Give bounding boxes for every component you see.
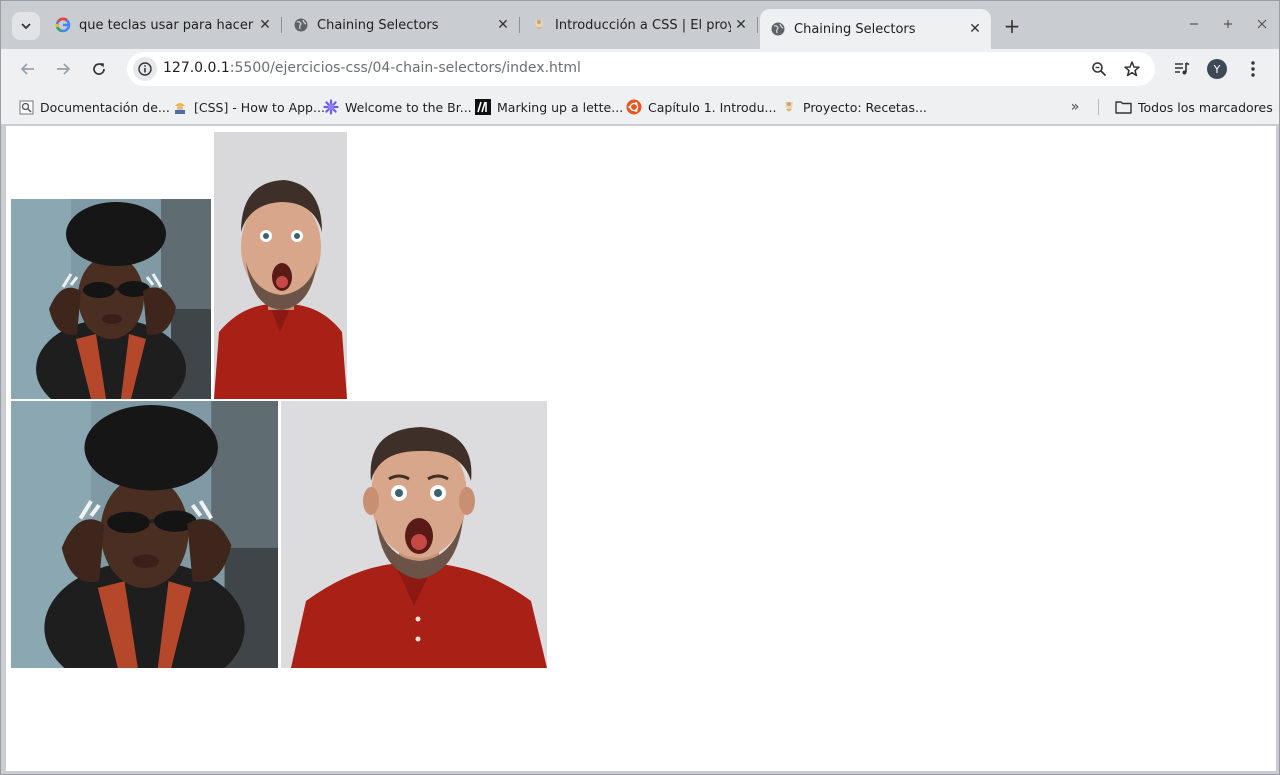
bookmark-label: Capítulo 1. Introdu... — [648, 99, 777, 115]
reload-icon[interactable] — [85, 55, 113, 83]
tab-google-search[interactable]: que teclas usar para hacer un ✕ — [45, 9, 282, 41]
tab-strip: que teclas usar para hacer un ✕ Chaining… — [1, 1, 1279, 49]
close-icon[interactable]: ✕ — [731, 15, 751, 35]
back-icon[interactable] — [14, 55, 42, 83]
tab-search-button[interactable] — [12, 12, 40, 40]
site-info-icon[interactable] — [133, 57, 157, 81]
tab-introduccion-css[interactable]: Introducción a CSS | El proyec ✕ — [521, 9, 758, 41]
bookmarks-overflow-button[interactable]: » — [1065, 97, 1085, 117]
all-bookmarks-button[interactable]: Todos los marcadores — [1114, 97, 1273, 117]
construction-icon — [172, 99, 188, 115]
tab-title: que teclas usar para hacer un — [79, 17, 255, 33]
tab-title: Chaining Selectors — [317, 17, 439, 33]
tab-chaining-selectors-1[interactable]: Chaining Selectors ✕ — [283, 9, 520, 41]
woman-with-sunglasses-photo — [11, 199, 211, 399]
close-icon[interactable]: ✕ — [493, 15, 513, 35]
surprised-man-photo — [281, 401, 547, 668]
zoom-icon[interactable] — [1089, 59, 1109, 79]
tab-title: Chaining Selectors — [794, 21, 916, 37]
new-tab-button[interactable]: + — [1000, 14, 1024, 38]
forward-icon[interactable] — [49, 55, 77, 83]
address-bar[interactable]: 127.0.0.1:5500/ejercicios-css/04-chain-s… — [127, 52, 1155, 86]
browser-window: que teclas usar para hacer un ✕ Chaining… — [0, 0, 1280, 775]
minimize-icon[interactable] — [1179, 11, 1209, 37]
menu-kebab-icon[interactable] — [1242, 58, 1264, 80]
close-icon[interactable]: ✕ — [965, 19, 985, 39]
bookmark-documentacion[interactable]: Documentación de... — [18, 97, 170, 117]
tab-chaining-selectors-active[interactable]: Chaining Selectors ✕ — [760, 9, 991, 49]
bookmark-marking-up[interactable]: Marking up a lette... — [475, 97, 623, 117]
media-queue-icon[interactable] — [1171, 58, 1193, 80]
profile-avatar[interactable]: Y — [1206, 58, 1228, 80]
globe-icon — [293, 17, 309, 33]
surprised-man-photo — [214, 132, 347, 399]
bookmark-star-icon[interactable] — [1122, 59, 1142, 79]
chevron-down-icon — [21, 23, 31, 30]
globe-icon — [770, 21, 786, 37]
bookmarks-divider — [1098, 99, 1099, 115]
maximize-icon[interactable] — [1213, 11, 1243, 37]
bookmark-css-how-to[interactable]: [CSS] - How to App... — [172, 97, 325, 117]
bookmark-label: Documentación de... — [40, 99, 170, 115]
url-path: :5500/ejercicios-css/04-chain-selectors/… — [229, 60, 581, 76]
folder-icon — [1114, 99, 1132, 115]
bookmark-label: Proyecto: Recetas... — [803, 99, 927, 115]
ubuntu-icon — [626, 99, 642, 115]
bookmark-capitulo[interactable]: Capítulo 1. Introdu... — [626, 97, 776, 117]
avatar: Y — [1207, 59, 1227, 79]
bookmark-welcome[interactable]: Welcome to the Br... — [323, 97, 472, 117]
gear-flower-icon — [323, 99, 339, 115]
mdn-icon — [475, 99, 491, 115]
google-icon — [55, 17, 71, 33]
close-icon[interactable]: ✕ — [255, 15, 275, 35]
bookmarks-bar: Documentación de... [CSS] - How to App..… — [1, 89, 1279, 125]
url-host: 127.0.0.1 — [163, 60, 230, 76]
close-window-icon[interactable] — [1247, 11, 1277, 37]
bookmark-label: Todos los marcadores — [1138, 99, 1273, 115]
odin-icon — [531, 17, 547, 33]
url-text[interactable]: 127.0.0.1:5500/ejercicios-css/04-chain-s… — [163, 60, 581, 76]
tab-title: Introducción a CSS | El proyec — [555, 17, 731, 33]
bookmark-label: Marking up a lette... — [497, 99, 624, 115]
bookmark-proyecto-recetas[interactable]: Proyecto: Recetas... — [781, 97, 927, 117]
odin-icon — [781, 99, 797, 115]
bookmark-label: [CSS] - How to App... — [194, 99, 325, 115]
bookmark-label: Welcome to the Br... — [345, 99, 472, 115]
doc-search-icon — [18, 99, 34, 115]
woman-with-sunglasses-photo — [11, 401, 278, 668]
toolbar: 127.0.0.1:5500/ejercicios-css/04-chain-s… — [1, 49, 1279, 89]
page-viewport — [6, 126, 1276, 771]
